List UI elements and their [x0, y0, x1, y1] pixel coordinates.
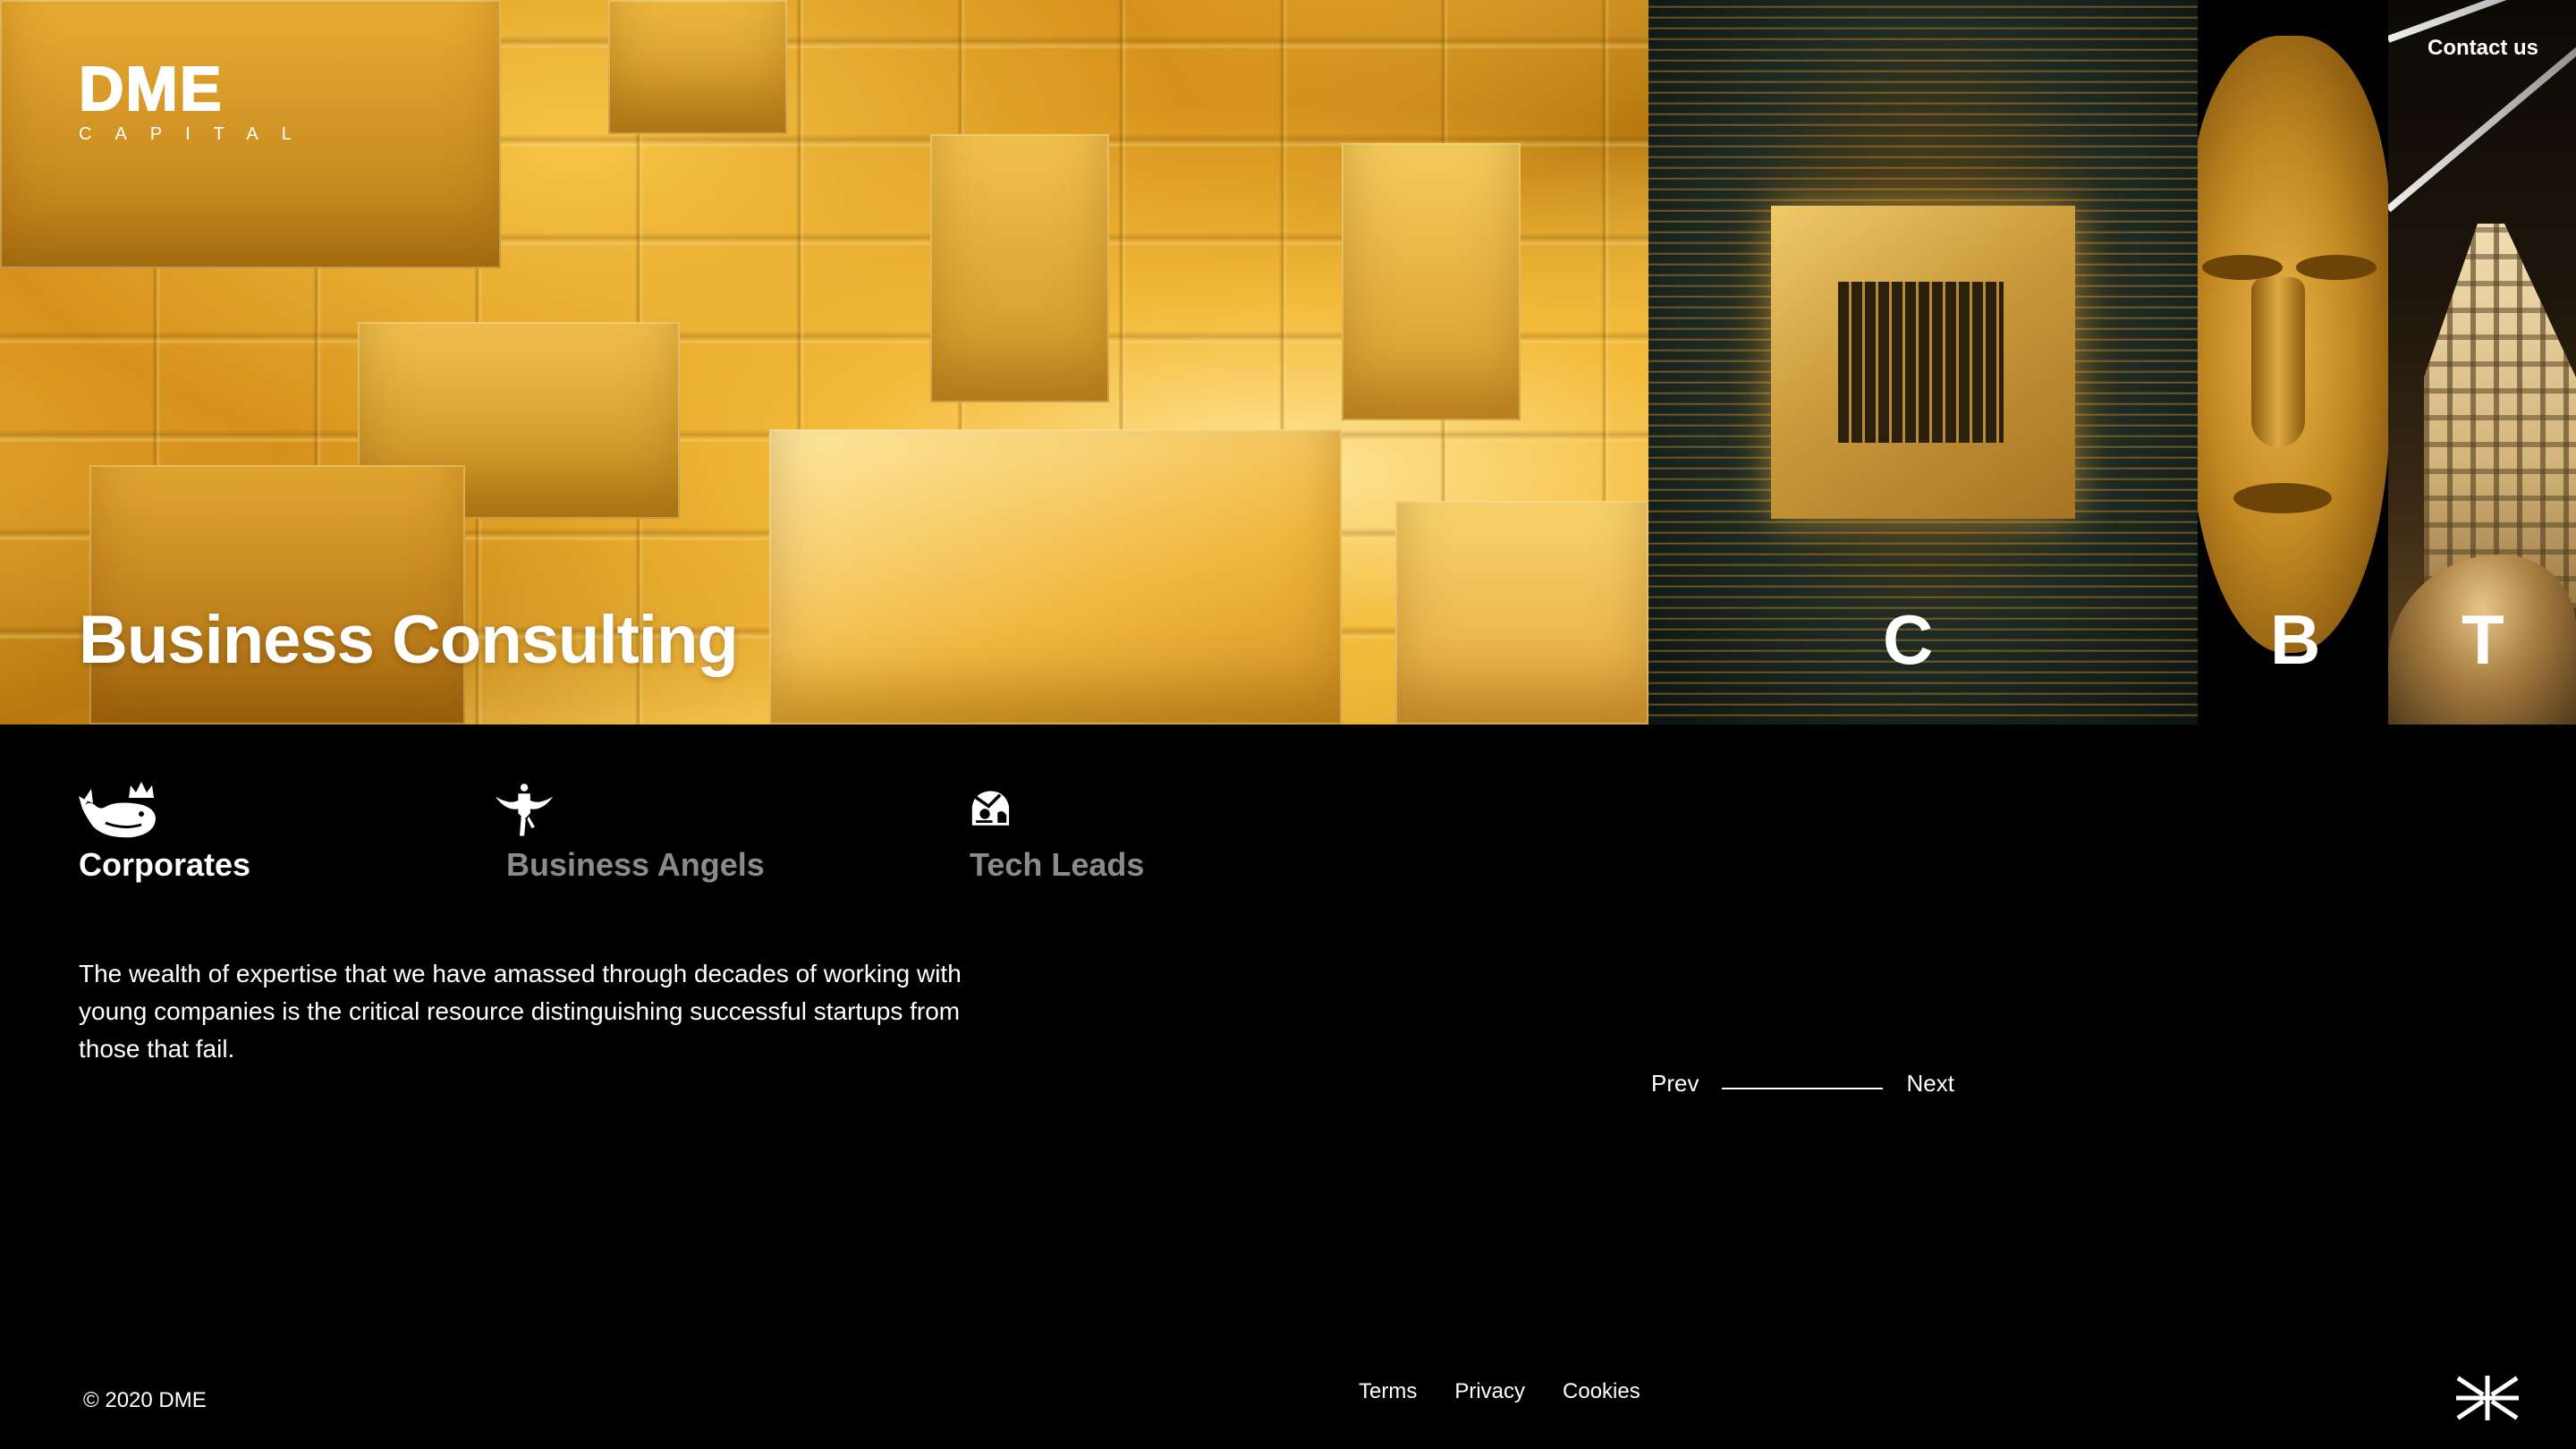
prev-button[interactable]: Prev: [1651, 1070, 1699, 1097]
next-button[interactable]: Next: [1906, 1070, 1953, 1097]
logo[interactable]: DME CAPITAL: [78, 54, 329, 144]
hero-letter-c[interactable]: C: [1883, 605, 1933, 674]
tab-label: Tech Leads: [970, 846, 1145, 883]
pager-progress-line: [1722, 1087, 1884, 1089]
copyright: © 2020 DME: [83, 1388, 207, 1412]
angel-icon: [496, 784, 554, 836]
digital-core: [1838, 282, 2004, 443]
tab-description: The wealth of expertise that we have ama…: [79, 960, 962, 1063]
privacy-link[interactable]: Privacy: [1454, 1379, 1525, 1404]
logo-subtitle: CAPITAL: [79, 124, 315, 144]
slider-pager: Prev Next: [1651, 1070, 1954, 1097]
tab-corporates[interactable]: Corporates: [79, 778, 250, 884]
gold-cube: [769, 429, 1342, 724]
gold-cube: [608, 0, 787, 134]
uk-flag-icon[interactable]: [2456, 1376, 2519, 1420]
cookies-link[interactable]: Cookies: [1563, 1379, 1640, 1404]
gold-mask: [2198, 36, 2388, 653]
hero-title: Business Consulting: [79, 602, 739, 678]
terms-link[interactable]: Terms: [1359, 1379, 1417, 1404]
tab-tech-leads[interactable]: Tech Leads: [970, 778, 1144, 884]
gold-square: [1771, 206, 2075, 519]
gold-cube: [1395, 501, 1648, 724]
footer-links: Terms Privacy Cookies: [1359, 1379, 1640, 1404]
hero-slider: Business Consulting C B T: [0, 0, 2576, 724]
tab-label: Corporates: [79, 846, 251, 883]
tab-business-angels[interactable]: Business Angels: [496, 778, 765, 884]
hero-letter-b[interactable]: B: [2270, 605, 2320, 674]
hero-letter-t[interactable]: T: [2462, 605, 2504, 674]
contact-us-link[interactable]: Contact us: [2428, 36, 2538, 61]
tab-label: Business Angels: [506, 846, 765, 883]
gold-cube: [1342, 143, 1521, 420]
gothic-tower: [2424, 224, 2576, 608]
gold-cube: [89, 465, 465, 724]
helmet-icon: [971, 791, 1010, 826]
gold-cube: [930, 134, 1109, 402]
logo-wordmark: DME: [78, 54, 224, 123]
whale-crown-icon: [79, 782, 156, 838]
